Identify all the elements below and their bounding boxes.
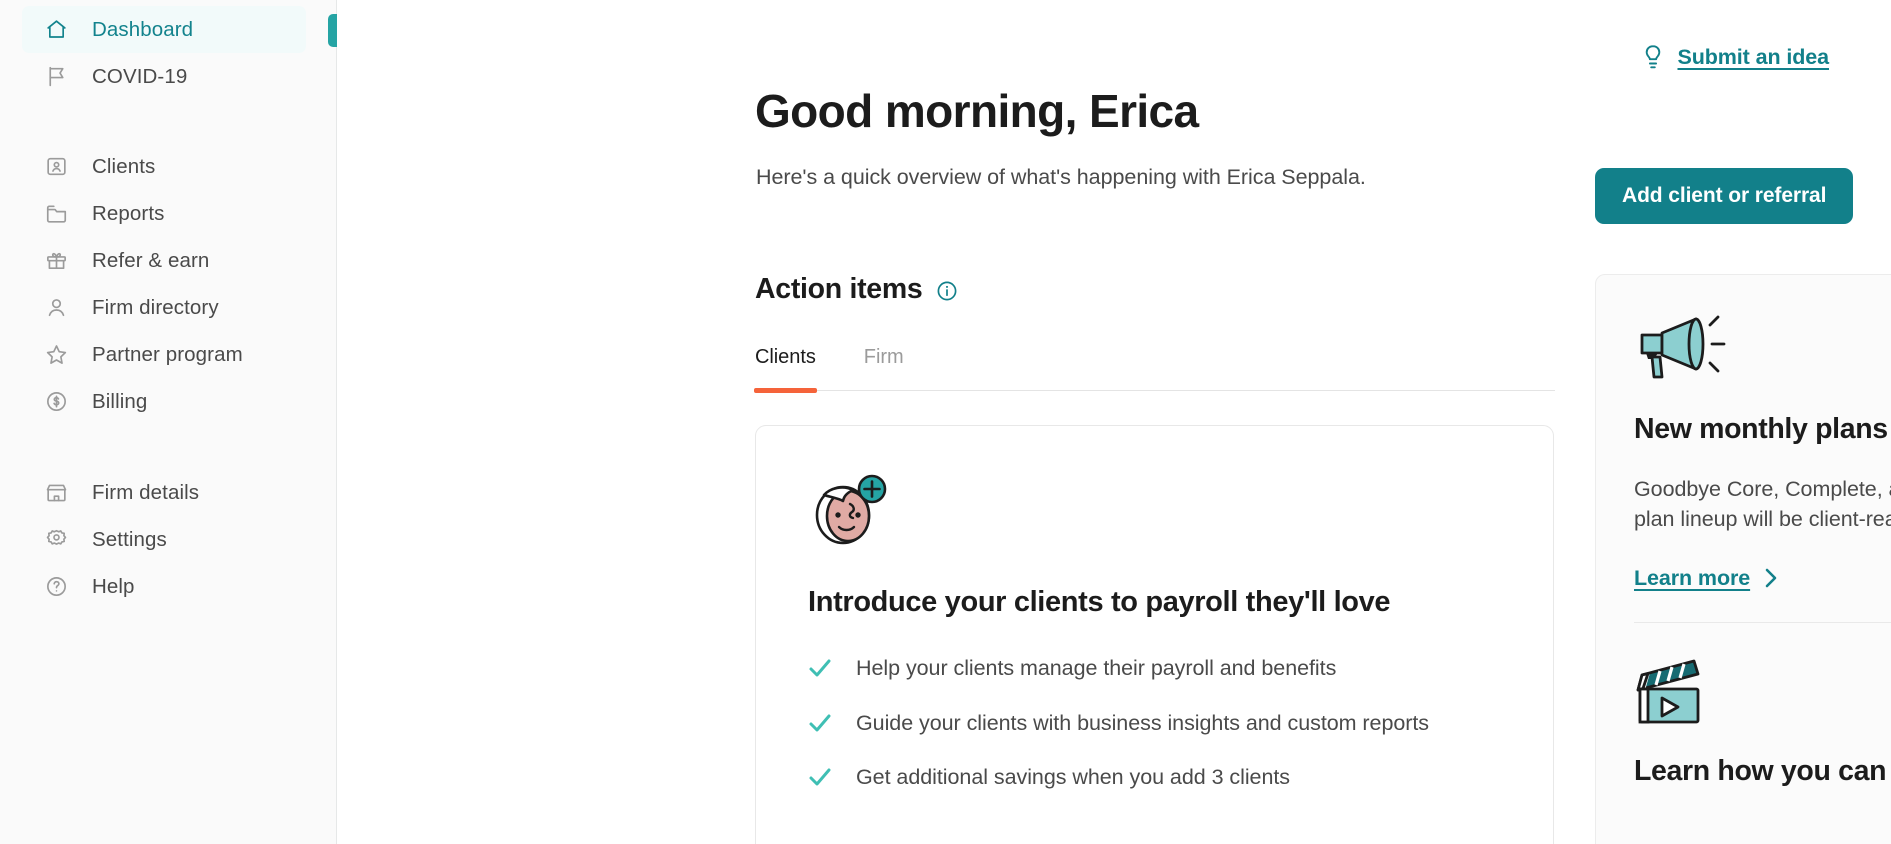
- gear-icon: [44, 527, 69, 552]
- check-icon: [808, 658, 832, 683]
- list-item: Get additional savings when you add 3 cl…: [808, 762, 1501, 793]
- sidebar-group-primary: Dashboard COVID-19: [0, 6, 336, 100]
- chevron-right-icon: [1764, 567, 1778, 589]
- sidebar-item-partner-program[interactable]: Partner program: [22, 331, 306, 378]
- sidebar-item-reports[interactable]: Reports: [22, 190, 306, 237]
- tab-clients[interactable]: Clients: [754, 346, 817, 393]
- list-item: Help your clients manage their payroll a…: [808, 653, 1501, 684]
- submit-idea-label: Submit an idea: [1677, 45, 1829, 69]
- app-root: Dashboard COVID-19 Clients Reports Refer…: [0, 0, 1891, 844]
- tab-firm[interactable]: Firm: [864, 346, 904, 390]
- megaphone-icon: [1634, 311, 1891, 386]
- dollar-circle-icon: [44, 389, 69, 414]
- promo-title: New monthly plans coming July 11: [1634, 413, 1891, 445]
- promo-card-video: Learn how you can update your: [1596, 623, 1891, 790]
- sidebar-item-label: COVID-19: [92, 64, 188, 88]
- list-item: Guide your clients with business insight…: [808, 708, 1501, 739]
- sidebar-group-settings: Firm details Settings Help: [0, 469, 336, 610]
- sidebar-item-label: Reports: [92, 201, 165, 225]
- submit-idea-link[interactable]: Submit an idea: [1642, 44, 1829, 71]
- storefront-icon: [44, 480, 69, 505]
- question-circle-icon: [44, 574, 69, 599]
- star-icon: [44, 342, 69, 367]
- check-icon: [808, 767, 832, 792]
- list-item-label: Guide your clients with business insight…: [856, 710, 1429, 735]
- promo-card-monthly-plans: New monthly plans coming July 11 Goodbye…: [1596, 275, 1891, 591]
- action-card-title: Introduce your clients to payroll they'l…: [808, 586, 1391, 618]
- learn-more-label: Learn more: [1634, 565, 1751, 590]
- check-icon: [808, 713, 832, 738]
- sidebar-item-label: Firm details: [92, 480, 200, 504]
- sidebar-divider-2: [0, 425, 336, 469]
- contact-card-icon: [44, 154, 69, 179]
- sidebar-item-label: Billing: [92, 389, 148, 413]
- sidebar-item-label: Clients: [92, 154, 156, 178]
- sidebar-item-label: Settings: [92, 527, 167, 551]
- sidebar-item-firm-details[interactable]: Firm details: [22, 469, 306, 516]
- page-subtitle: Here's a quick overview of what's happen…: [756, 165, 1366, 189]
- sidebar-item-label: Dashboard: [92, 17, 194, 41]
- page-title: Good morning, Erica: [755, 85, 1199, 137]
- add-client-or-referral-button[interactable]: Add client or referral: [1595, 168, 1854, 224]
- sidebar-item-billing[interactable]: Billing: [22, 378, 306, 425]
- lightbulb-icon: [1642, 44, 1664, 71]
- sidebar-item-clients[interactable]: Clients: [22, 143, 306, 190]
- sidebar-item-dashboard[interactable]: Dashboard: [22, 6, 306, 53]
- promo-body: Goodbye Core, Complete, and Concierge. A…: [1634, 476, 1891, 532]
- action-item-card: Introduce your clients to payroll they'l…: [755, 425, 1554, 844]
- sidebar-item-label: Refer & earn: [92, 248, 210, 272]
- action-items-header: Action items: [755, 273, 958, 306]
- list-item-label: Help your clients manage their payroll a…: [856, 656, 1337, 680]
- sidebar-item-label: Help: [92, 574, 135, 598]
- sidebar: Dashboard COVID-19 Clients Reports Refer…: [0, 0, 337, 844]
- sidebar-item-help[interactable]: Help: [22, 563, 306, 610]
- promo-title: Learn how you can update your: [1634, 754, 1891, 787]
- action-items-tabs: Clients Firm: [754, 346, 1555, 393]
- learn-more-link[interactable]: Learn more: [1634, 566, 1778, 591]
- gift-icon: [44, 248, 69, 273]
- main-content: Submit an idea Good morning, Erica Here'…: [337, 0, 1891, 844]
- home-icon: [44, 17, 69, 42]
- action-items-title: Action items: [755, 273, 923, 305]
- promo-panel: New monthly plans coming July 11 Goodbye…: [1595, 274, 1891, 844]
- sidebar-item-covid-19[interactable]: COVID-19: [22, 53, 306, 100]
- sidebar-item-settings[interactable]: Settings: [22, 516, 306, 563]
- sidebar-group-work: Clients Reports Refer & earn Firm direct…: [0, 143, 336, 425]
- sidebar-item-refer-and-earn[interactable]: Refer & earn: [22, 237, 306, 284]
- sidebar-item-label: Firm directory: [92, 295, 219, 319]
- flag-icon: [44, 64, 69, 89]
- person-icon: [44, 295, 69, 320]
- payroll-person-add-icon: [808, 468, 1501, 553]
- info-circle-icon[interactable]: [936, 280, 958, 302]
- clapperboard-play-icon: [1634, 653, 1891, 730]
- active-nav-indicator: [328, 14, 337, 47]
- folder-icon: [44, 201, 69, 226]
- list-item-label: Get additional savings when you add 3 cl…: [856, 765, 1290, 790]
- sidebar-divider-1: [0, 100, 336, 143]
- sidebar-item-label: Partner program: [92, 342, 243, 366]
- sidebar-item-firm-directory[interactable]: Firm directory: [22, 284, 306, 331]
